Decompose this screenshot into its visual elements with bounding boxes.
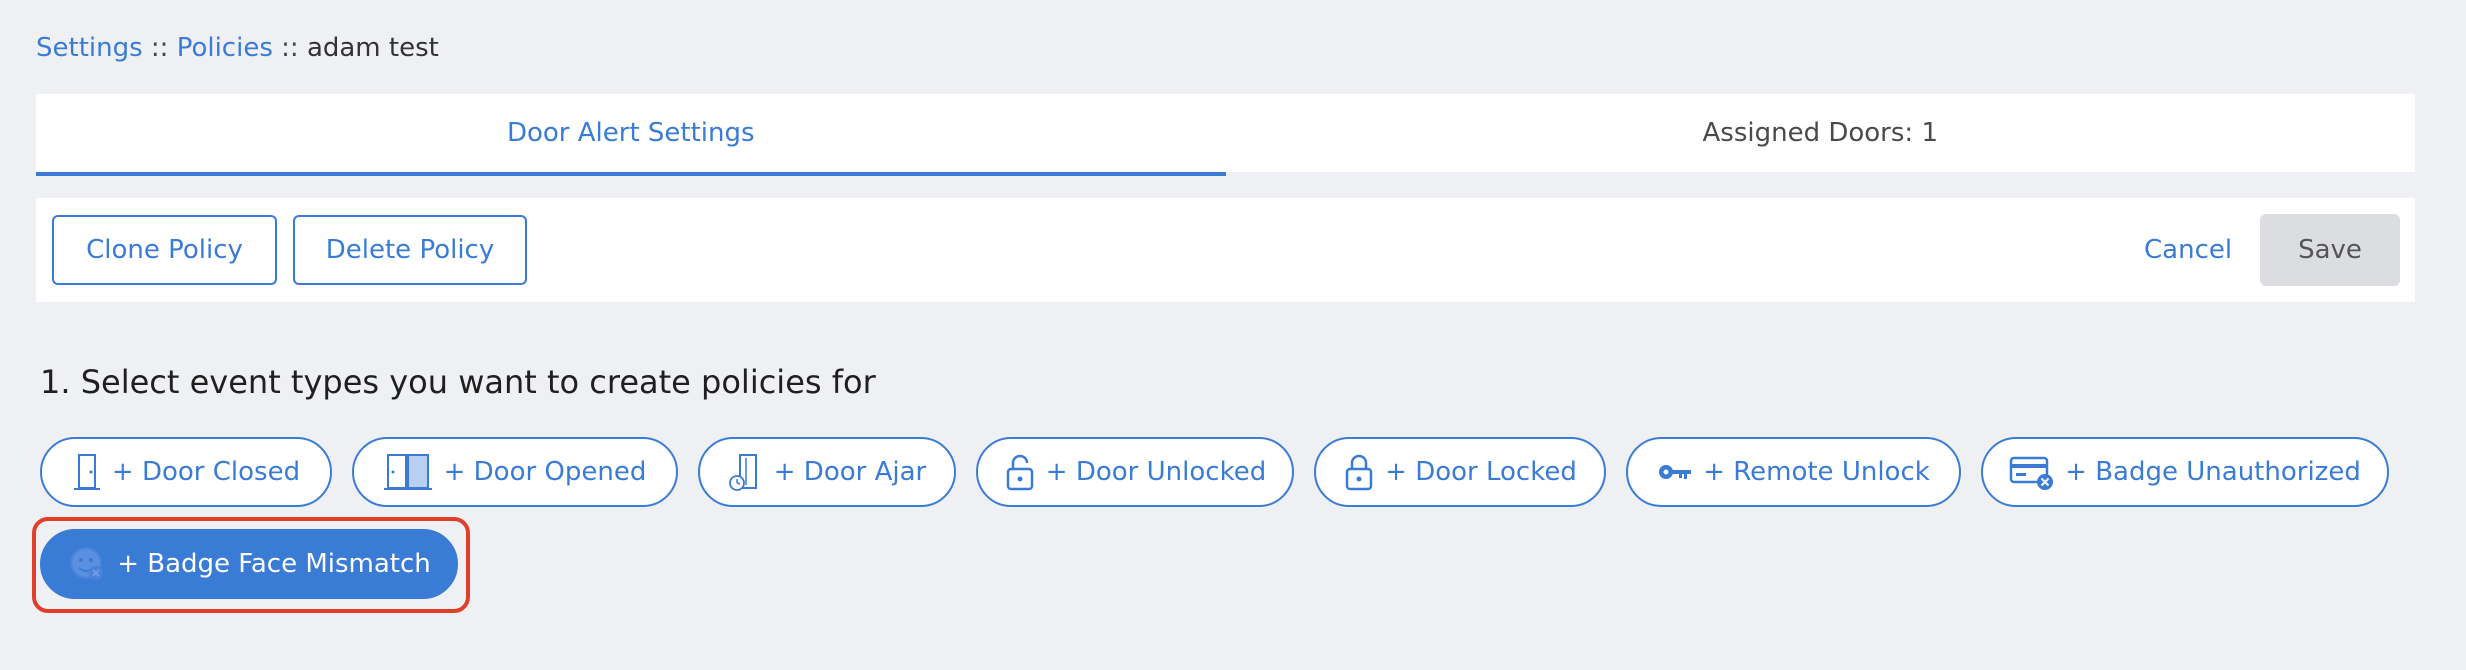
chip-label: + Door Ajar (773, 457, 927, 487)
clone-policy-button[interactable]: Clone Policy (52, 215, 277, 285)
breadcrumb-current: adam test (306, 33, 439, 63)
event-chip-door-opened[interactable]: + Door Opened (352, 437, 678, 507)
tab-door-alert-settings[interactable]: Door Alert Settings (36, 94, 1226, 176)
event-chip-door-unlocked[interactable]: + Door Unlocked (976, 437, 1294, 507)
door-closed-icon (72, 452, 102, 492)
policy-toolbar: Clone Policy Delete Policy Cancel Save (36, 198, 2415, 302)
chip-label: + Door Closed (111, 457, 301, 487)
door-opened-icon (383, 452, 434, 492)
unlocked-icon (1004, 452, 1036, 492)
chip-label: + Door Opened (443, 457, 647, 487)
tab-bar: Door Alert Settings Assigned Doors: 1 (36, 94, 2416, 176)
selection-highlight-outline (32, 517, 470, 613)
key-icon (1657, 460, 1693, 484)
event-chip-door-locked[interactable]: + Door Locked (1314, 437, 1606, 507)
breadcrumb-policies-link[interactable]: Policies (177, 33, 273, 63)
event-chip-door-closed[interactable]: + Door Closed (40, 437, 332, 507)
section-title: 1. Select event types you want to create… (40, 363, 876, 401)
event-chip-badge-unauthorized[interactable]: + Badge Unauthorized (1981, 437, 2389, 507)
chip-label: + Door Unlocked (1045, 457, 1267, 487)
breadcrumb-separator: :: (281, 33, 299, 63)
chip-label: + Remote Unlock (1703, 457, 1930, 487)
save-button[interactable]: Save (2260, 214, 2400, 286)
badge-unauthorized-icon (2009, 452, 2055, 492)
locked-icon (1343, 452, 1375, 492)
cancel-button[interactable]: Cancel (2144, 215, 2232, 285)
chip-label: + Badge Unauthorized (2065, 457, 2361, 487)
breadcrumb-settings-link[interactable]: Settings (36, 33, 143, 63)
door-ajar-icon (728, 452, 764, 492)
tab-assigned-doors[interactable]: Assigned Doors: 1 (1226, 94, 2416, 172)
breadcrumb: Settings :: Policies :: adam test (36, 30, 439, 66)
event-chip-door-ajar[interactable]: + Door Ajar (698, 437, 956, 507)
event-chip-remote-unlock[interactable]: + Remote Unlock (1626, 437, 1961, 507)
chip-label: + Door Locked (1385, 457, 1577, 487)
delete-policy-button[interactable]: Delete Policy (293, 215, 527, 285)
breadcrumb-separator: :: (150, 33, 169, 63)
